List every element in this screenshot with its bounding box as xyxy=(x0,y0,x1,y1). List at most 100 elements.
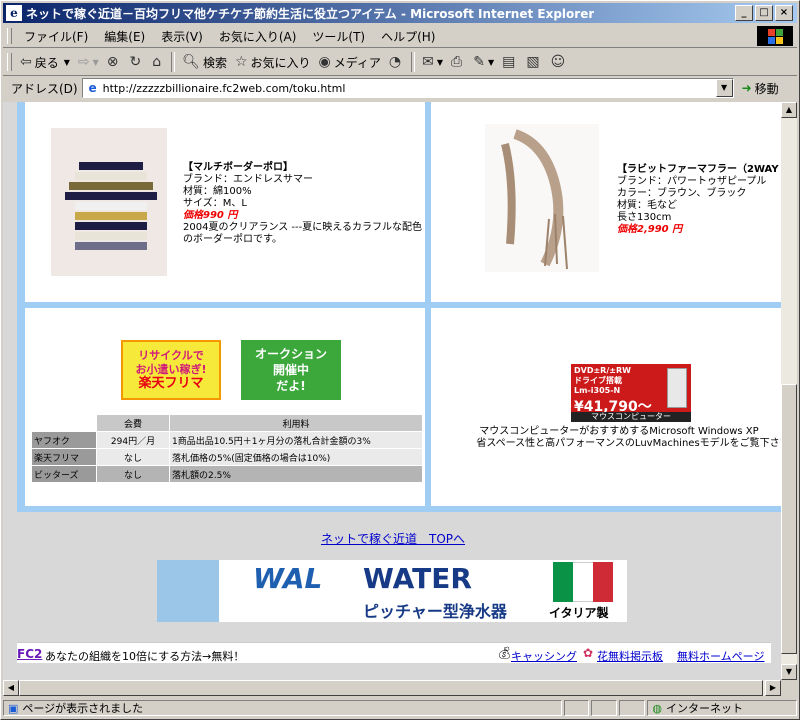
vertical-scrollbar[interactable]: ▲ ▼ xyxy=(781,102,797,680)
fee-cell: 1商品出品10.5円＋1ヶ月分の落札合計金額の3% xyxy=(170,432,422,448)
favorites-label: お気に入り xyxy=(250,55,311,70)
horizontal-scroll-thumb[interactable] xyxy=(19,680,763,696)
pitcher-photo xyxy=(157,560,219,622)
auction-banner[interactable]: オークション 開催中 だよ! xyxy=(241,340,341,400)
scarf-length: 長さ130cm xyxy=(617,212,672,223)
menu-file[interactable]: ファイル(F) xyxy=(16,28,96,45)
stop-button[interactable]: ⊗ xyxy=(103,51,126,73)
rakuten-line-2: お小遣い稼ぎ! xyxy=(135,363,207,376)
scroll-down-button[interactable]: ▼ xyxy=(781,664,797,680)
cashing-link[interactable]: キャッシング xyxy=(511,648,577,664)
favorites-button[interactable]: ☆ お気に入り xyxy=(231,51,315,73)
maximize-button[interactable]: □ xyxy=(755,5,773,21)
polo-shirt-image[interactable] xyxy=(51,128,167,276)
back-label: 戻る xyxy=(34,55,59,70)
go-label: 移動 xyxy=(754,81,779,96)
vertical-scroll-thumb[interactable] xyxy=(781,384,797,654)
zone-panel: ◍ インターネット xyxy=(647,700,798,716)
menu-tools[interactable]: ツール(T) xyxy=(304,28,373,45)
rakuten-flea-banner[interactable]: リサイクルで お小遣い稼ぎ! 楽天フリマ xyxy=(121,340,221,400)
scroll-up-button[interactable]: ▲ xyxy=(781,102,797,118)
money-bag-icon: 💰︎ xyxy=(497,646,513,660)
search-icon: 🔍︎ xyxy=(182,54,200,70)
page-done-icon: ▣ xyxy=(8,701,19,715)
scroll-left-button[interactable]: ◀ xyxy=(3,680,19,696)
search-button[interactable]: 🔍︎ 検索 xyxy=(178,51,231,73)
top-page-link[interactable]: ネットで稼ぐ近道 TOPへ xyxy=(321,530,465,547)
back-arrow-icon: ⇦ xyxy=(20,54,32,70)
document-icon: ▤ xyxy=(502,54,516,70)
minimize-button[interactable]: _ xyxy=(735,5,753,21)
discuss-button[interactable]: ▤ xyxy=(498,51,522,73)
scarf-brand: ブランド：パワートゥザピープル xyxy=(617,176,767,187)
forward-arrow-icon: ⇨ xyxy=(77,54,90,70)
browser-window: e ネットで稼ぐ近道－百均フリマ他ケチケチ節約生活に役立つアイテム - Micr… xyxy=(0,0,800,720)
fee-header-membership: 会費 xyxy=(97,415,169,431)
italy-text: イタリア製 xyxy=(549,606,609,620)
back-button[interactable]: ⇦ 戻る ▼ xyxy=(16,51,74,73)
scarf-material: 材質：毛など xyxy=(617,200,677,211)
scarf-name: 【ラビットファーマフラー（2WAY xyxy=(617,164,779,175)
auction-line-1: オークション xyxy=(254,347,327,361)
menu-help[interactable]: ヘルプ(H) xyxy=(373,28,443,45)
fee-cell: 294円／月 xyxy=(97,432,169,448)
fc2-logo[interactable]: FC2 xyxy=(17,647,42,661)
auction-line-3: だよ! xyxy=(276,379,306,393)
fee-table: 会費 利用料 ヤフオク 294円／月 1商品出品10.5円＋1ヶ月分の落札合計金… xyxy=(31,414,423,483)
home-button[interactable]: ⌂ xyxy=(148,51,168,73)
scarf-price: 価格2,990 円 xyxy=(617,224,683,235)
go-button[interactable]: ➜ 移動 xyxy=(742,80,779,97)
address-dropdown-button[interactable]: ▼ xyxy=(715,79,733,97)
free-homepage-link[interactable]: 無料ホームページ xyxy=(677,648,764,664)
table-row: 楽天フリマ なし 落札価格の5%(固定価格の場合は10%) xyxy=(32,449,422,465)
page-content: 【マルチボーダーポロ】 ブランド：エンドレスサマー 材質：綿100% サイズ：M… xyxy=(3,102,781,680)
address-input[interactable]: e http://zzzzzbillionaire.fc2web.com/tok… xyxy=(81,78,734,98)
scroll-right-button[interactable]: ▶ xyxy=(765,680,781,696)
standard-toolbar: ⇦ 戻る ▼ ⇨ ▼ ⊗ ↻ ⌂ 🔍︎ 検索 ☆ お気に入り ◉ メディア ◔ ✉ ▼ ⎙ ✎… xyxy=(3,49,797,76)
fee-row-label: ヤフオク xyxy=(32,432,96,448)
address-label: アドレス(D) xyxy=(11,81,78,96)
research-button[interactable]: ▧ xyxy=(522,51,546,73)
history-icon: ◔ xyxy=(388,54,402,70)
refresh-button[interactable]: ↻ xyxy=(126,51,149,73)
close-button[interactable]: × xyxy=(775,5,793,21)
title-bar: e ネットで稼ぐ近道－百均フリマ他ケチケチ節約生活に役立つアイテム - Micr… xyxy=(3,3,797,23)
wal-text: WAL xyxy=(253,562,323,595)
history-button[interactable]: ◔ xyxy=(385,51,408,73)
fur-scarf-image[interactable] xyxy=(485,124,599,272)
stop-icon: ⊗ xyxy=(106,54,119,70)
auction-line-2: 開催中 xyxy=(272,363,309,377)
media-button[interactable]: ◉ メディア xyxy=(315,51,385,73)
print-button[interactable]: ⎙ xyxy=(447,51,469,73)
polo-desc-1: 2004夏のクリアランス ---夏に映えるカラフルな配色 xyxy=(183,222,422,233)
polo-size: サイズ：M、L xyxy=(183,198,247,209)
horizontal-scrollbar[interactable]: ◀ ▶ xyxy=(3,680,781,696)
fc2-footer-bar: FC2 あなたの組織を10倍にする方法→無料！ 💰︎ キャッシング ✿ 花無料掲… xyxy=(17,642,771,663)
polo-name: 【マルチボーダーポロ】 xyxy=(183,162,293,173)
wal-water-banner[interactable]: WAL WATER ピッチャー型浄水器 イタリア製 xyxy=(157,560,627,622)
rakuten-line-3: 楽天フリマ xyxy=(138,376,204,391)
rakuten-line-1: リサイクルで xyxy=(138,349,204,362)
search-label: 検索 xyxy=(202,55,227,70)
table-row: ビッターズ なし 落札額の2.5% xyxy=(32,466,422,482)
menu-view[interactable]: 表示(V) xyxy=(153,28,211,45)
messenger-icon: ☺ xyxy=(550,54,566,70)
media-icon: ◉ xyxy=(318,54,331,70)
table-row: ヤフオク 294円／月 1商品出品10.5円＋1ヶ月分の落札合計金額の3% xyxy=(32,432,422,448)
messenger-button[interactable]: ☺ xyxy=(547,51,573,73)
product-grid: 【マルチボーダーポロ】 ブランド：エンドレスサマー 材質：綿100% サイズ：M… xyxy=(17,102,781,512)
flower-board-link[interactable]: 花無料掲示板 xyxy=(597,648,663,664)
polo-material: 材質：綿100% xyxy=(183,186,252,197)
mouse-computer-banner[interactable]: DVD±R/±RW ドライブ搭載 Lm-i305-N ¥41,790～ マウスコ… xyxy=(571,364,691,422)
fc2-promo[interactable]: あなたの組織を10倍にする方法→無料！ xyxy=(45,648,244,664)
auction-cell: リサイクルで お小遣い稼ぎ! 楽天フリマ オークション 開催中 だよ! 会費 利… xyxy=(25,308,425,506)
edit-icon: ✎ xyxy=(473,54,485,70)
internet-zone-icon: ◍ xyxy=(652,701,662,715)
edit-button[interactable]: ✎ ▼ xyxy=(469,51,498,73)
menu-edit[interactable]: 編集(E) xyxy=(96,28,153,45)
forward-button[interactable]: ⇨ ▼ xyxy=(74,51,103,73)
fee-row-label: ビッターズ xyxy=(32,466,96,482)
windows-logo-icon xyxy=(757,26,793,46)
mail-button[interactable]: ✉ ▼ xyxy=(418,51,447,73)
menu-favorites[interactable]: お気に入り(A) xyxy=(211,28,305,45)
